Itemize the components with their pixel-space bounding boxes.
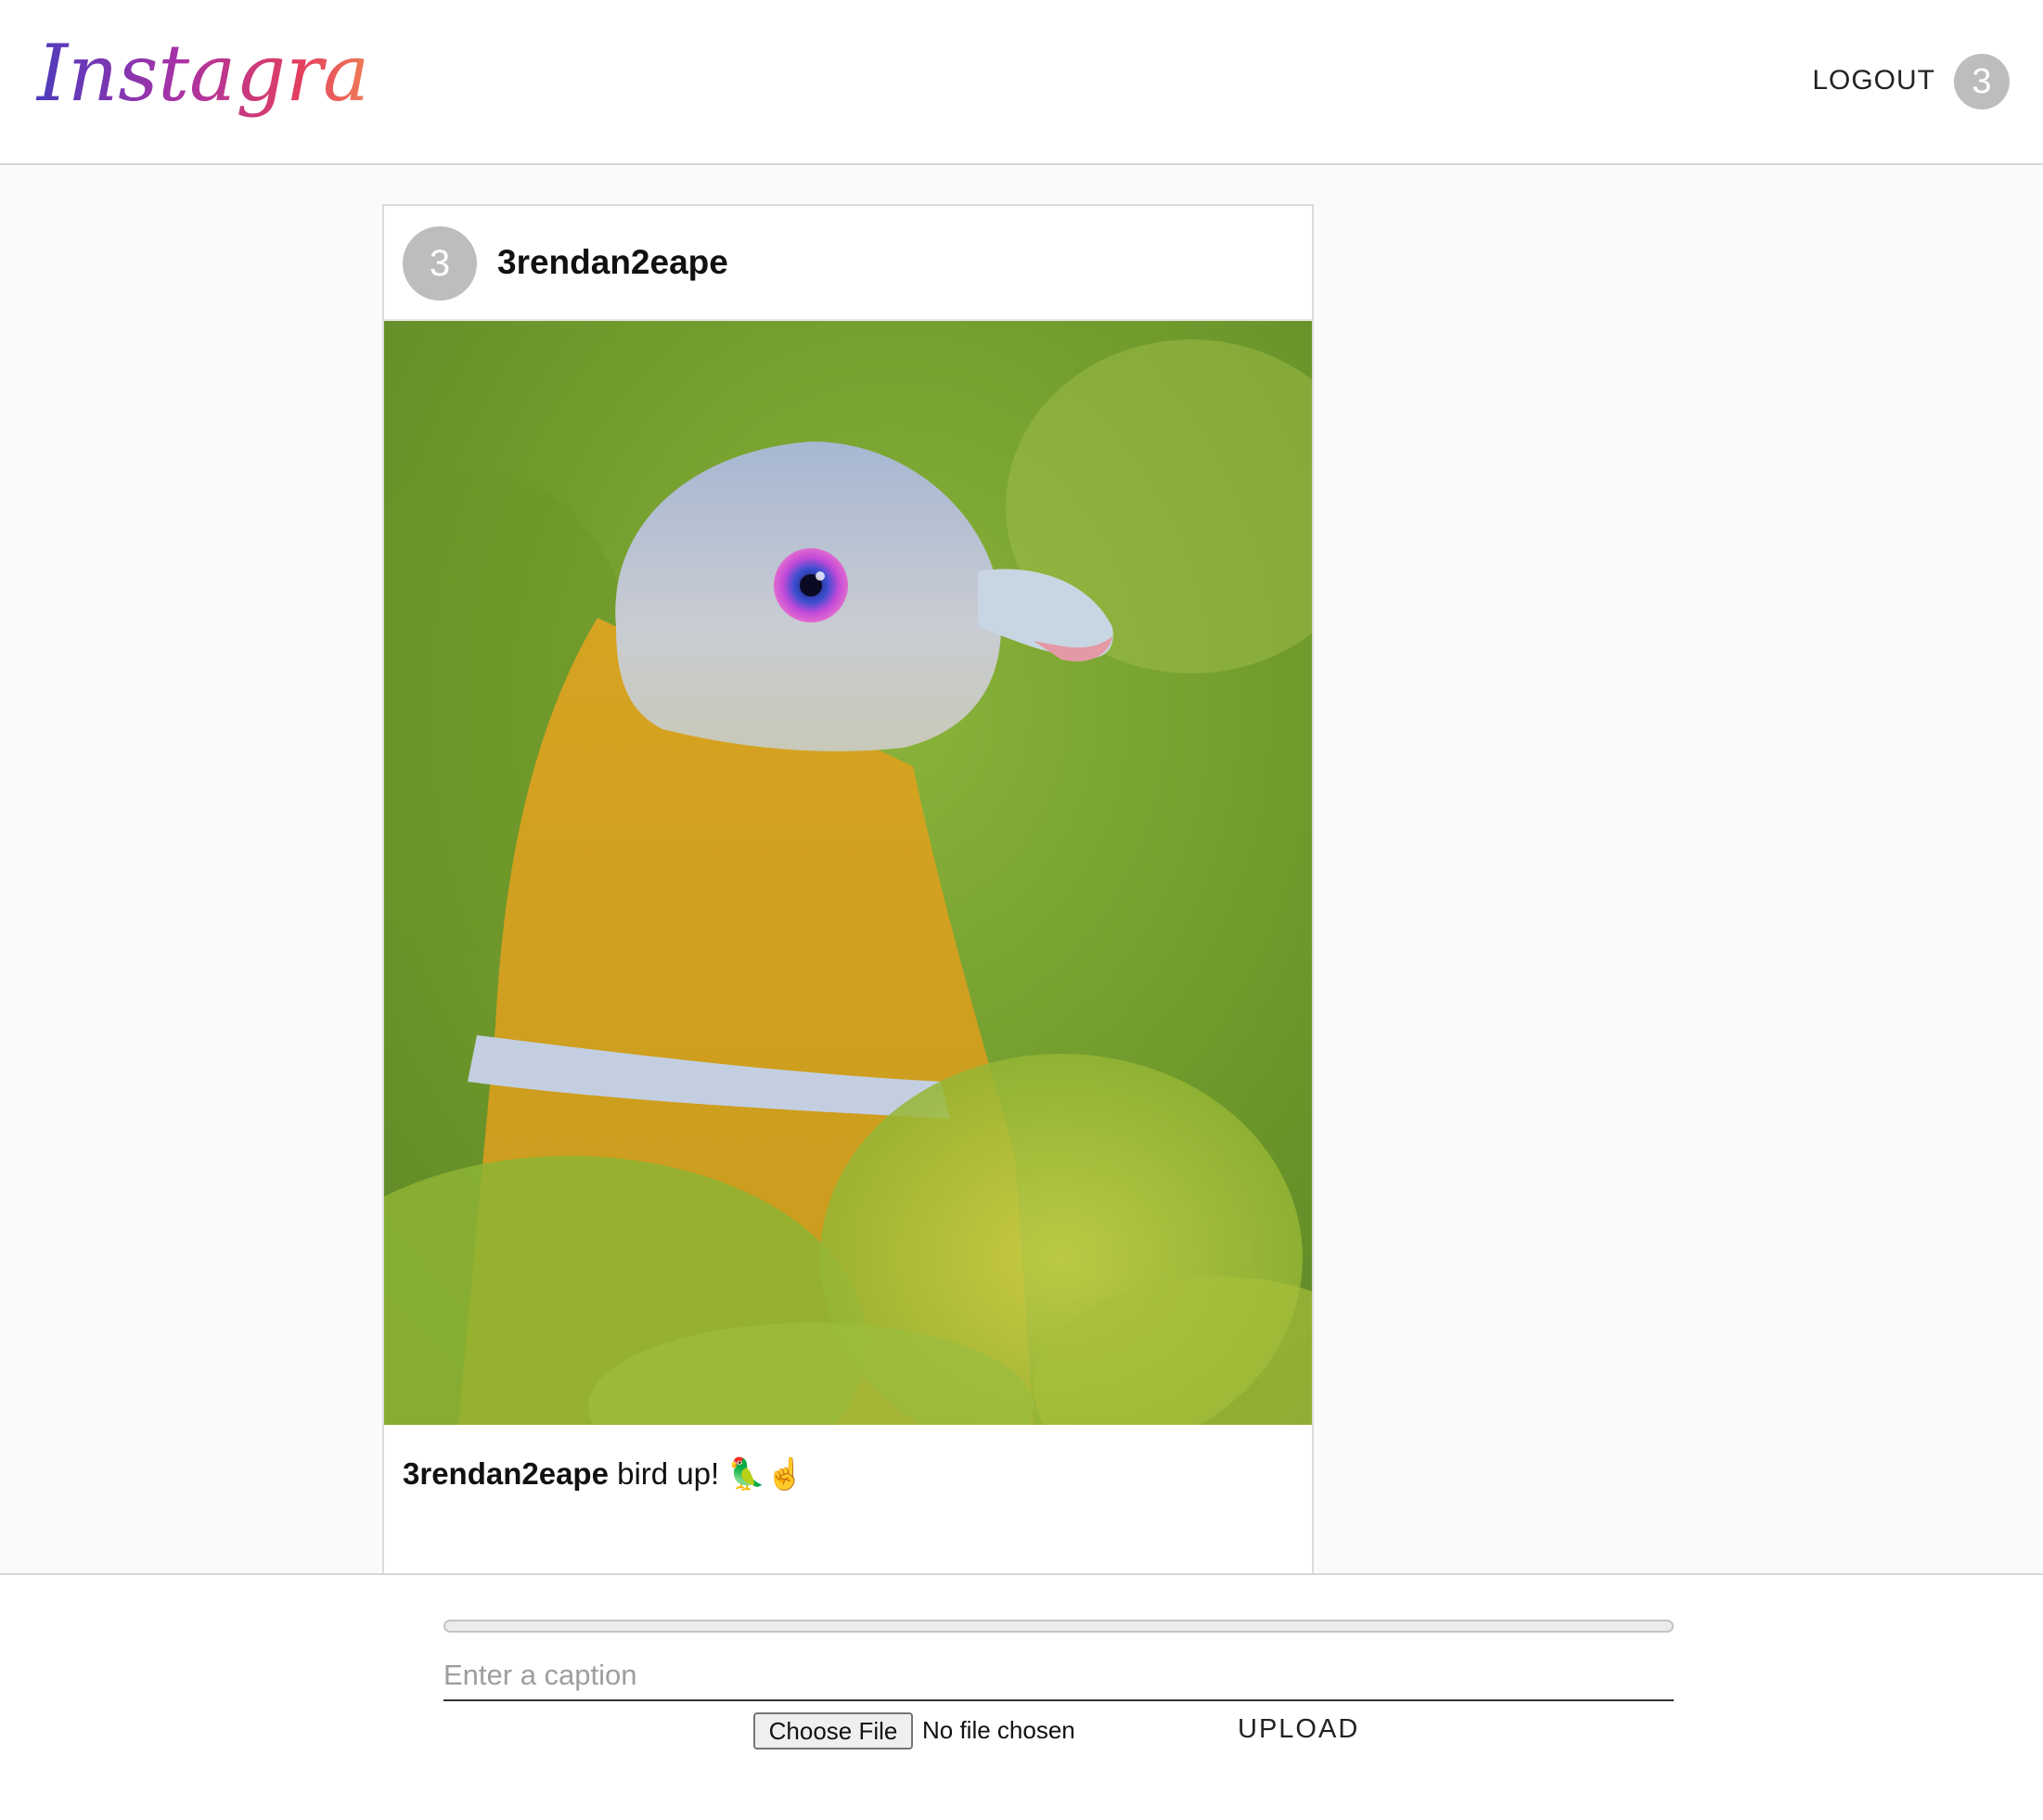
- post-username: 3rendan2eape: [497, 243, 728, 281]
- app-header: Instagram LOGOUT 3: [0, 0, 2043, 165]
- upload-button[interactable]: UPLOAD: [1238, 1714, 1359, 1745]
- post-avatar: 3: [403, 226, 477, 301]
- post-image: [384, 321, 1312, 1425]
- post-caption: 3rendan2eape bird up! 🦜☝️: [403, 1456, 804, 1493]
- header-avatar[interactable]: 3: [1954, 54, 2010, 109]
- caption-input[interactable]: [443, 1651, 1674, 1701]
- logo-text: Instagram: [35, 28, 367, 119]
- post-card: 3 3rendan2eape 3rendan2eape bird up! 🦜☝️: [382, 204, 1314, 1577]
- instagram-logo[interactable]: Instagram: [33, 15, 443, 135]
- caption-text: bird up! 🦜☝️: [617, 1456, 804, 1491]
- caption-username: 3rendan2eape: [403, 1456, 609, 1491]
- file-status: No file chosen: [922, 1716, 1075, 1744]
- upload-progress-bar: [443, 1620, 1674, 1633]
- choose-file-button[interactable]: Choose File: [753, 1712, 913, 1750]
- logout-button[interactable]: LOGOUT: [1812, 65, 1935, 96]
- upload-bar: Choose File No file chosen UPLOAD: [0, 1573, 2043, 1820]
- post-header: 3 3rendan2eape: [384, 206, 1312, 321]
